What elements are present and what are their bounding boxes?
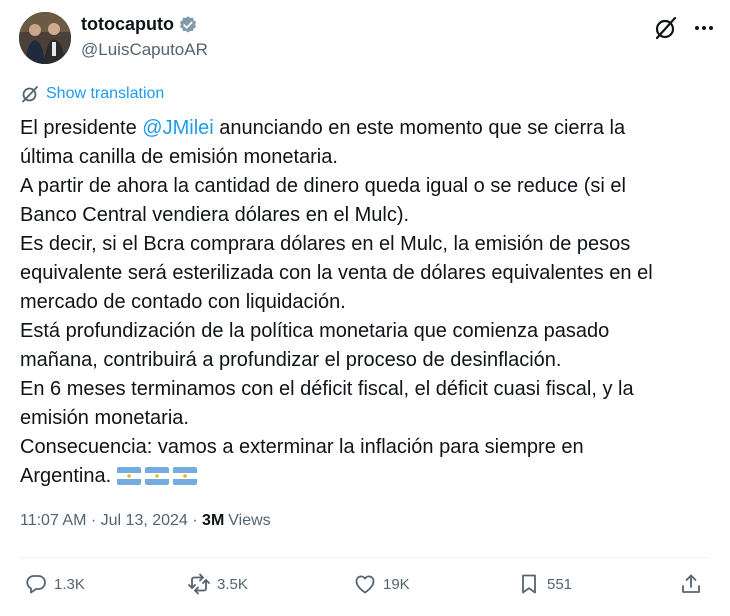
handle[interactable]: @LuisCaputoAR bbox=[81, 40, 208, 60]
share-icon bbox=[682, 574, 700, 593]
mention-link[interactable]: @JMilei bbox=[142, 117, 213, 139]
views-label: Views bbox=[228, 512, 271, 529]
timestamp-time[interactable]: 11:07 AM bbox=[20, 512, 86, 530]
tweet-line: Banco Central vendiera dólares en el Mul… bbox=[20, 204, 410, 226]
tweet-text-segment: Argentina. bbox=[20, 465, 112, 487]
meta-separator: · bbox=[86, 512, 101, 529]
repost-count: 3.5K bbox=[217, 575, 248, 593]
tweet-line: última canilla de emisión monetaria. bbox=[20, 146, 338, 168]
grok-icon[interactable] bbox=[652, 14, 680, 42]
argentina-flag-icon bbox=[173, 467, 198, 485]
divider bbox=[20, 557, 710, 558]
avatar[interactable] bbox=[19, 12, 71, 64]
more-icon[interactable] bbox=[690, 14, 718, 42]
name-row: totocaputo bbox=[81, 14, 198, 35]
argentina-flag-icon bbox=[145, 467, 170, 485]
bookmark-count: 551 bbox=[547, 575, 573, 593]
tweet-text-segment: El presidente bbox=[20, 117, 143, 139]
tweet-line: Consecuencia: vamos a exterminar la infl… bbox=[20, 436, 584, 458]
reply-icon bbox=[26, 575, 46, 594]
tweet-line: Está profundización de la política monet… bbox=[20, 320, 610, 342]
tweet-meta: 11:07 AM · Jul 13, 2024 · 3M Views bbox=[20, 512, 271, 530]
meta-separator: · bbox=[187, 512, 203, 529]
views-count[interactable]: 3M bbox=[202, 512, 224, 530]
reply-count: 1.3K bbox=[54, 575, 85, 593]
flag-emojis bbox=[117, 467, 198, 485]
like-button[interactable]: 19K bbox=[353, 572, 410, 596]
tweet-text: El presidente @JMilei anunciando en este… bbox=[20, 114, 710, 491]
argentina-flag-icon bbox=[117, 467, 142, 485]
display-name[interactable]: totocaputo bbox=[81, 14, 174, 35]
tweet-line: El presidente @JMilei anunciando en este… bbox=[20, 114, 710, 143]
verified-badge-icon bbox=[178, 15, 198, 35]
timestamp-date[interactable]: Jul 13, 2024 bbox=[101, 512, 188, 530]
tweet-line: Es decir, si el Bcra comprara dólares en… bbox=[20, 233, 631, 255]
show-translation-label[interactable]: Show translation bbox=[46, 85, 164, 103]
bookmark-button[interactable]: 551 bbox=[517, 572, 572, 596]
tweet-line: Argentina. bbox=[20, 462, 710, 491]
bookmark-icon bbox=[522, 574, 536, 594]
share-button[interactable] bbox=[679, 572, 709, 596]
tweet: totocaputo @LuisCaputoAR Show translatio… bbox=[0, 0, 730, 616]
repost-icon bbox=[188, 573, 210, 595]
like-count: 19K bbox=[383, 575, 410, 593]
like-icon bbox=[355, 575, 375, 594]
translate-icon bbox=[22, 86, 38, 103]
tweet-line: emisión monetaria. bbox=[20, 407, 189, 429]
tweet-line: En 6 meses terminamos con el déficit fis… bbox=[20, 378, 634, 400]
show-translation-link[interactable]: Show translation bbox=[20, 84, 164, 104]
tweet-text-segment: anunciando en este momento que se cierra… bbox=[213, 117, 626, 139]
reply-button[interactable]: 1.3K bbox=[24, 572, 85, 596]
tweet-line: equivalente será esterilizada con la ven… bbox=[20, 262, 653, 284]
tweet-line: mercado de contado con liquidación. bbox=[20, 291, 346, 313]
repost-button[interactable]: 3.5K bbox=[187, 572, 248, 596]
tweet-line: A partir de ahora la cantidad de dinero … bbox=[20, 175, 626, 197]
action-bar: 1.3K 3.5K 19K 551 bbox=[0, 566, 730, 606]
tweet-line: mañana, contribuirá a profundizar el pro… bbox=[20, 349, 562, 371]
